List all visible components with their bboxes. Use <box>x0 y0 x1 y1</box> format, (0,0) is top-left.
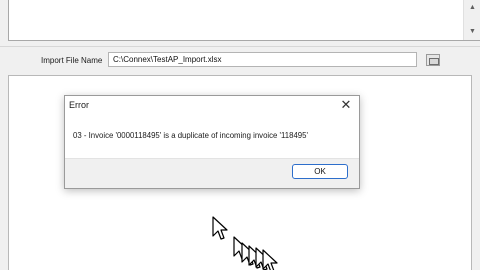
application-window: ▲ ▼ Import File Name C:\Connex\TestAP_Im… <box>0 0 480 270</box>
dialog-footer: OK <box>65 158 359 188</box>
import-file-name-field[interactable]: C:\Connex\TestAP_Import.xlsx <box>108 52 417 67</box>
mouse-pointer-trail-icon <box>262 249 278 270</box>
import-file-name-label: Import File Name <box>41 56 103 65</box>
scroll-up-icon[interactable]: ▲ <box>464 2 480 14</box>
scroll-down-icon[interactable]: ▼ <box>464 26 480 38</box>
folder-icon <box>429 58 439 65</box>
error-message: 03 - Invoice '0000118495' is a duplicate… <box>73 131 308 140</box>
divider <box>0 46 480 47</box>
error-dialog: Error ✕ 03 - Invoice '0000118495' is a d… <box>64 95 360 189</box>
ok-button[interactable]: OK <box>292 164 348 179</box>
vertical-scrollbar[interactable]: ▲ ▼ <box>463 0 480 40</box>
top-text-panel[interactable]: ▲ ▼ <box>8 0 480 41</box>
browse-button[interactable] <box>426 54 440 66</box>
dialog-title: Error <box>69 100 89 110</box>
close-icon[interactable]: ✕ <box>338 97 354 113</box>
mouse-pointer-icon <box>212 216 228 240</box>
